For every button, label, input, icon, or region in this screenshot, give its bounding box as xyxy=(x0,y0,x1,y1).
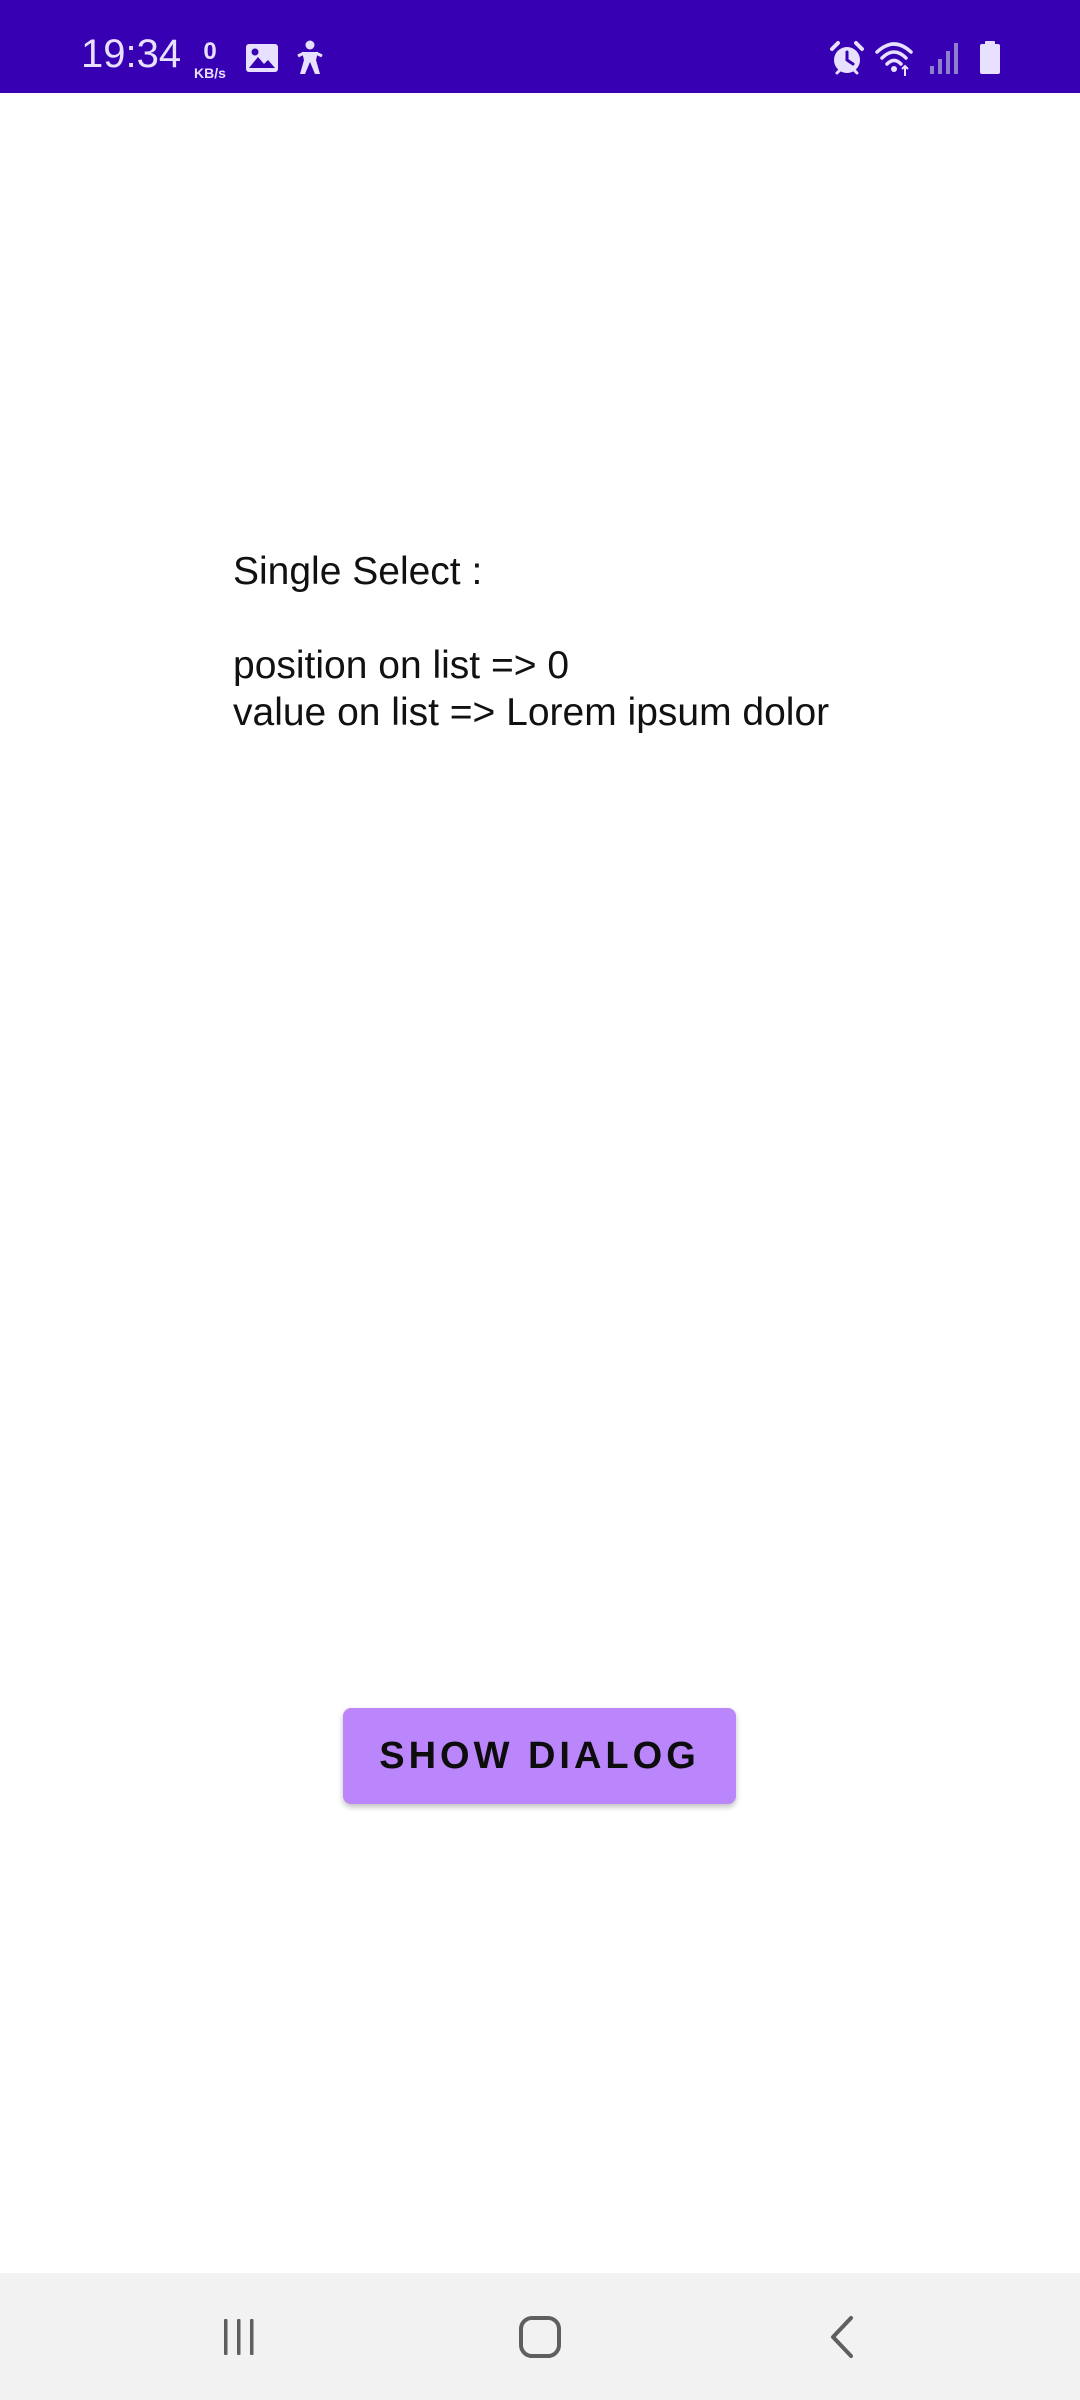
back-icon xyxy=(831,2316,853,2358)
accessibility-icon xyxy=(290,38,330,78)
status-time: 19:34 xyxy=(81,32,182,76)
show-dialog-button[interactable]: SHOW DIALOG xyxy=(343,1708,736,1804)
back-button[interactable] xyxy=(803,2301,883,2373)
data-rate-unit: KB/s xyxy=(194,65,226,81)
signal-icon xyxy=(924,38,964,78)
battery-icon xyxy=(970,38,1010,78)
data-rate-value: 0 xyxy=(203,38,217,65)
navigation-bar xyxy=(0,2273,1080,2400)
wifi-icon xyxy=(874,38,914,78)
data-rate-indicator: 0 KB/s xyxy=(190,38,230,81)
status-bar: 19:34 0 KB/s xyxy=(0,0,1080,93)
home-button[interactable] xyxy=(500,2301,580,2373)
alarm-icon xyxy=(827,38,867,78)
value-on-list-line: value on list => Lorem ipsum dolor xyxy=(233,691,830,734)
single-select-heading: Single Select : xyxy=(233,550,483,593)
position-on-list-line: position on list => 0 xyxy=(233,644,570,687)
recents-button[interactable] xyxy=(199,2301,279,2373)
selection-result-text: Single Select : position on list => 0 va… xyxy=(233,548,829,736)
gallery-icon xyxy=(242,38,282,78)
home-icon xyxy=(519,2316,561,2358)
recents-icon xyxy=(224,2319,254,2355)
